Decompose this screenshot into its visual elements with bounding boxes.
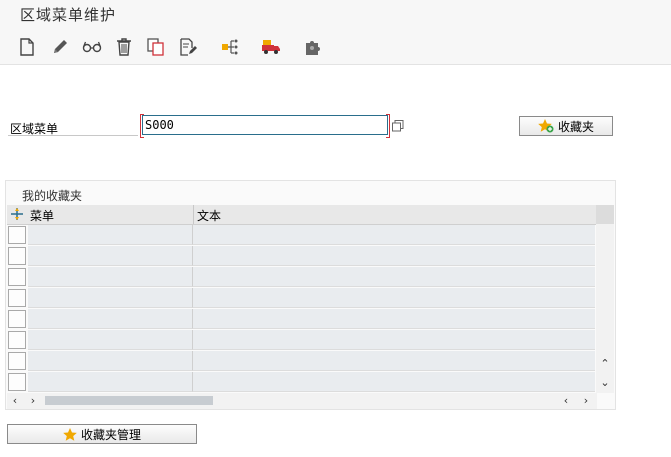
new-icon[interactable] [16,36,38,58]
text-cell[interactable] [193,330,595,350]
scroll-left-icon[interactable]: ‹ [9,395,21,407]
column-settings-icon[interactable] [10,207,24,224]
transport-truck-icon[interactable] [260,36,282,58]
favorites-button-label: 收藏夹 [557,119,594,134]
window-title: 区域菜单维护 [20,6,117,24]
text-cell[interactable] [193,267,595,287]
menu-cell[interactable] [28,351,193,371]
menu-cell[interactable] [28,225,193,245]
table-row [7,372,597,392]
text-cell[interactable] [193,246,595,266]
menu-cell[interactable] [28,330,193,350]
scroll-thumb[interactable] [45,396,213,405]
horizontal-scrollbar[interactable]: ‹ › ‹ › [7,393,597,409]
column-separator [193,205,194,224]
table-row [7,351,597,371]
menu-cell[interactable] [28,267,193,287]
row-selector[interactable] [8,352,26,370]
display-glasses-icon[interactable] [81,36,103,58]
favorites-grid [7,225,597,393]
column-header-text[interactable]: 文本 [197,207,221,224]
manage-favorites-label: 收藏夹管理 [80,427,141,442]
hierarchy-icon[interactable] [219,36,241,58]
label-underline [8,135,138,136]
title-bar: 区域菜单维护 [0,0,671,30]
scroll-up-icon[interactable]: ⌃ [599,358,611,370]
area-menu-field[interactable] [140,114,390,138]
manage-favorites-button[interactable]: 收藏夹管理 [7,424,197,444]
add-favorite-star-icon [538,119,554,133]
text-cell[interactable] [193,225,595,245]
table-row [7,288,597,308]
table-row [7,246,597,266]
panel-title: 我的收藏夹 [22,189,83,203]
menu-cell[interactable] [28,246,193,266]
scroll-right-icon[interactable]: › [580,395,592,407]
row-selector[interactable] [8,373,26,391]
row-selector[interactable] [8,289,26,307]
delete-trash-icon[interactable] [113,36,135,58]
area-menu-input[interactable] [145,117,383,133]
star-icon [63,427,77,441]
text-cell[interactable] [193,309,595,329]
menu-cell[interactable] [28,309,193,329]
scroll-right-icon[interactable]: › [27,395,39,407]
table-row [7,267,597,287]
grid-header: 菜单 文本 [7,205,597,225]
scrollbar-corner [596,205,614,224]
row-selector[interactable] [8,331,26,349]
toolbar [0,30,671,65]
edit-pencil-icon[interactable] [49,36,71,58]
favorites-panel: 我的收藏夹 菜单 文本 ⌃ ⌄ ‹ › ‹ › [5,180,616,410]
text-cell[interactable] [193,372,595,392]
text-cell[interactable] [193,288,595,308]
row-selector[interactable] [8,247,26,265]
scroll-down-icon[interactable]: ⌄ [599,377,611,389]
copy-icon[interactable] [145,36,167,58]
row-selector[interactable] [8,310,26,328]
menu-cell[interactable] [28,372,193,392]
row-selector[interactable] [8,226,26,244]
table-row [7,225,597,245]
value-help-icon[interactable] [391,119,405,133]
text-cell[interactable] [193,351,595,371]
puzzle-icon[interactable] [302,36,324,58]
column-header-menu[interactable]: 菜单 [30,207,54,224]
row-selector[interactable] [8,268,26,286]
document-edit-icon[interactable] [177,36,199,58]
menu-cell[interactable] [28,288,193,308]
scroll-left-icon[interactable]: ‹ [560,395,572,407]
favorites-button[interactable]: 收藏夹 [519,116,613,136]
vertical-scrollbar[interactable]: ⌃ ⌄ [596,205,614,393]
table-row [7,309,597,329]
table-row [7,330,597,350]
